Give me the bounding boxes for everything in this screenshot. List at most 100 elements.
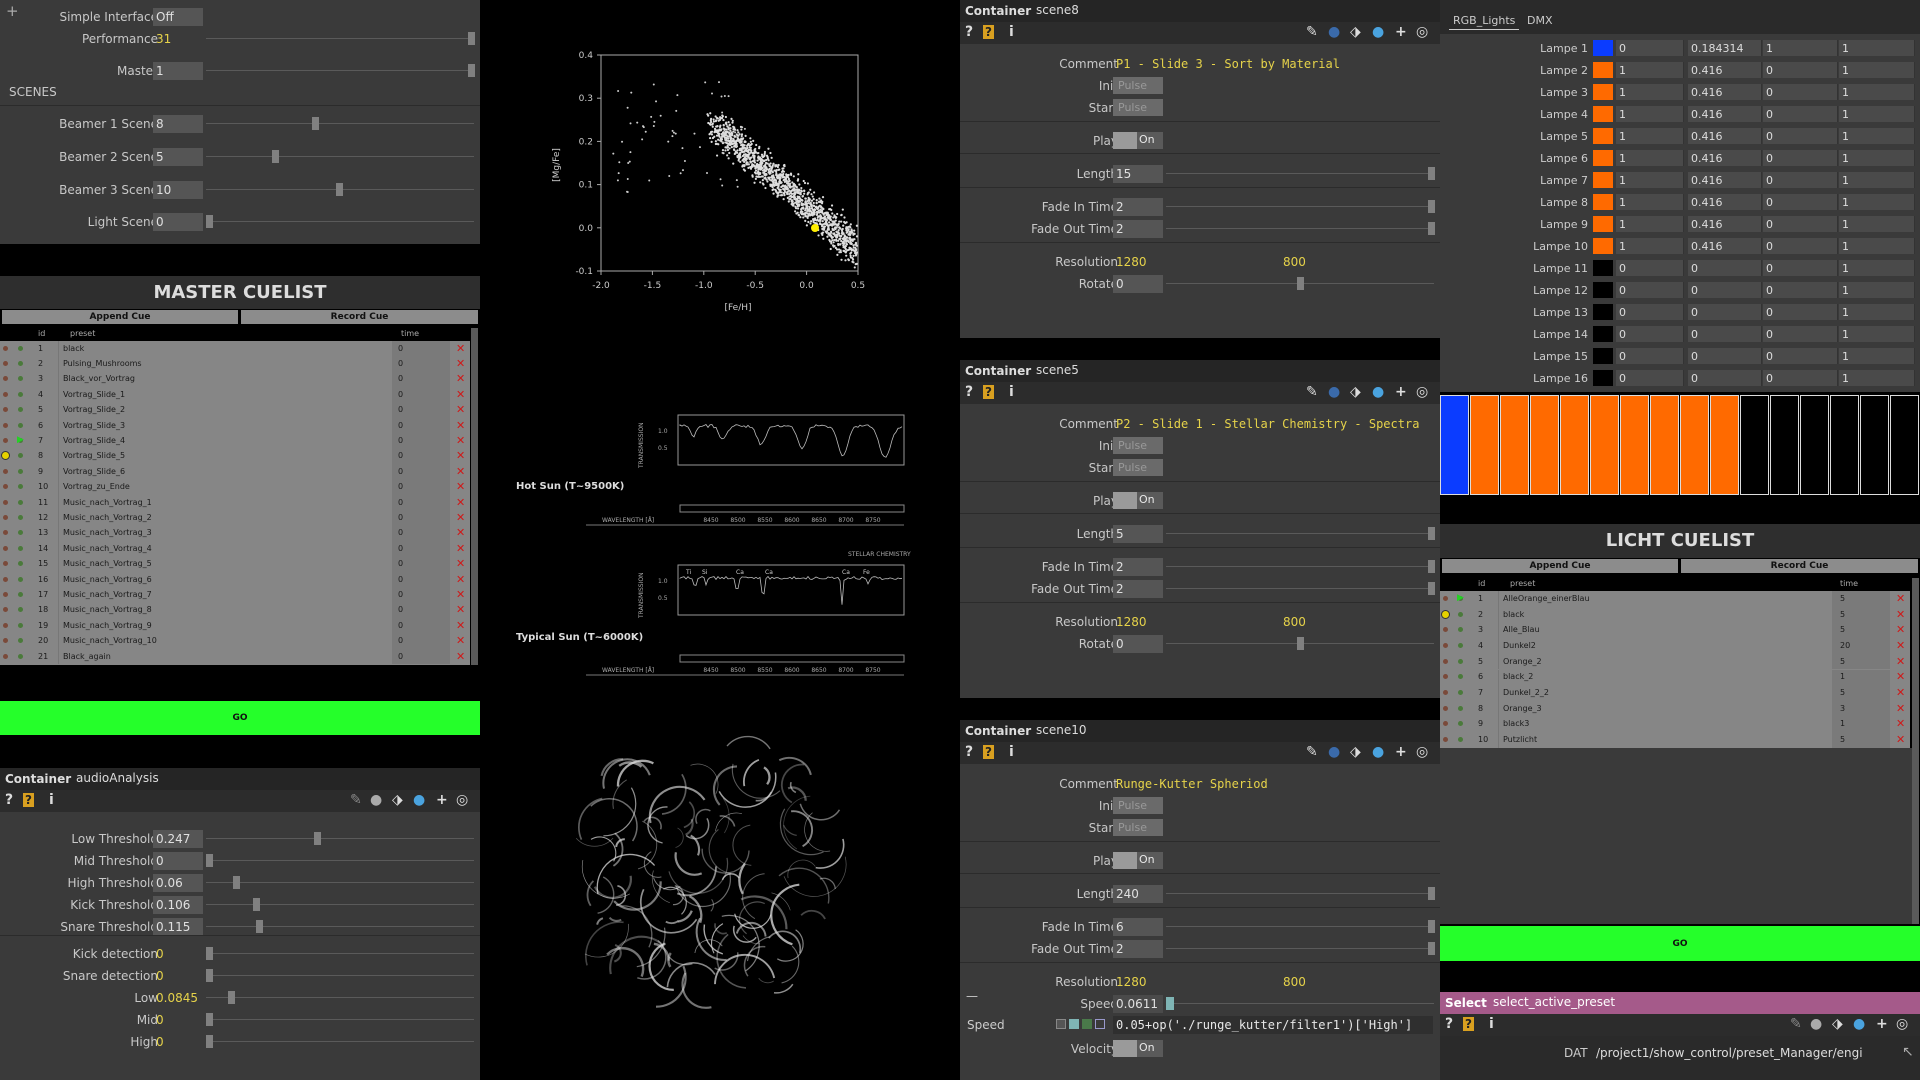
cue-remove-icon[interactable]: ✕: [456, 542, 465, 555]
kick-detection-slider[interactable]: [206, 947, 474, 960]
cue-remove-icon[interactable]: ✕: [456, 419, 465, 432]
cue-delete-dot-icon[interactable]: [3, 622, 8, 628]
lamp-value-cell[interactable]: 0.416: [1688, 216, 1762, 232]
cue-play-dot-icon[interactable]: [18, 484, 23, 490]
lamp-value-cell[interactable]: 0.416: [1688, 238, 1762, 254]
scene10-speed-field[interactable]: 0.0611: [1113, 995, 1163, 1013]
cue-row[interactable]: 9 black3 1 ✕: [1440, 716, 1910, 733]
cue-remove-icon[interactable]: ✕: [1896, 686, 1905, 699]
scene5-comment-value[interactable]: P2 - Slide 1 - Stellar Chemistry - Spect…: [1113, 415, 1433, 433]
beamer3-knob[interactable]: [336, 183, 343, 196]
cue-remove-icon[interactable]: ✕: [456, 434, 465, 447]
scene10-init-button[interactable]: Pulse: [1113, 797, 1163, 814]
snare-detection-slider[interactable]: [206, 969, 474, 982]
lamp-value-cell[interactable]: 1: [1616, 150, 1684, 166]
cue-play-dot-icon[interactable]: [18, 453, 23, 459]
cue-row[interactable]: 4 Dunkel2 20 ✕: [1440, 638, 1910, 654]
lamp-value-cell[interactable]: 0: [1763, 304, 1838, 320]
cue-row[interactable]: 20 Music_nach_Vortrag_10 0 ✕: [0, 633, 470, 649]
scene5-fadein-field[interactable]: 2: [1113, 558, 1163, 576]
lamp-value-cell[interactable]: 1: [1839, 260, 1915, 276]
cue-delete-dot-icon[interactable]: [3, 638, 8, 644]
cue-play-dot-icon[interactable]: [1458, 721, 1463, 727]
cue-row[interactable]: 3 Alle_Blau 5 ✕: [1440, 622, 1910, 639]
cue-play-dot-icon[interactable]: [1458, 611, 1463, 617]
lamp-value-cell[interactable]: 0: [1688, 370, 1762, 386]
scene8-comment-value[interactable]: P1 - Slide 3 - Sort by Material: [1113, 55, 1433, 73]
tab-dmx[interactable]: DMX: [1527, 14, 1553, 27]
cue-remove-icon[interactable]: ✕: [1896, 702, 1905, 715]
lamp-value-cell[interactable]: 0.416: [1688, 172, 1762, 188]
scene10-fadeout-slider[interactable]: [1166, 942, 1435, 955]
cue-delete-dot-icon[interactable]: [1443, 627, 1448, 633]
scene8-length-knob[interactable]: [1428, 167, 1435, 180]
lamp-value-cell[interactable]: 0.416: [1688, 194, 1762, 210]
cue-row[interactable]: 5 Orange_2 5 ✕: [1440, 653, 1910, 670]
cue-play-dot-icon[interactable]: [18, 545, 23, 551]
python-icon[interactable]: ●: [413, 792, 425, 808]
lamp-value-cell[interactable]: 0: [1763, 150, 1838, 166]
scene10-help-icon[interactable]: ?: [965, 744, 973, 760]
scene10-start-button[interactable]: Pulse: [1113, 819, 1163, 836]
cue-row[interactable]: 6 black_2 1 ✕: [1440, 669, 1910, 686]
cue-remove-icon[interactable]: ✕: [1896, 608, 1905, 621]
lamp-value-cell[interactable]: 0: [1763, 326, 1838, 342]
scene5-python-icon[interactable]: ●: [1372, 384, 1384, 400]
scene8-res-h[interactable]: 800: [1280, 253, 1330, 271]
cue-delete-dot-icon[interactable]: [1443, 674, 1448, 680]
low-slider[interactable]: [206, 991, 474, 1004]
cue-row[interactable]: 7 Vortrag_Slide_4 0 ✕ ▶: [0, 433, 470, 449]
cue-play-dot-icon[interactable]: [18, 515, 23, 521]
scene5-length-field[interactable]: 5: [1113, 525, 1163, 543]
lamp-value-cell[interactable]: 0: [1763, 370, 1838, 386]
lamp-value-cell[interactable]: 1: [1616, 216, 1684, 232]
select-comment-icon[interactable]: ●: [1810, 1016, 1822, 1032]
mid-knob[interactable]: [206, 1013, 213, 1026]
select-help-icon[interactable]: ?: [1445, 1016, 1453, 1032]
scene8-length-field[interactable]: 15: [1113, 165, 1163, 183]
scene10-speed-slider[interactable]: [1166, 997, 1434, 1010]
lamp-value-cell[interactable]: 1: [1839, 216, 1915, 232]
scene5-fadeout-knob[interactable]: [1428, 582, 1435, 595]
cue-play-dot-icon[interactable]: [1458, 658, 1463, 664]
cue-delete-dot-icon[interactable]: [3, 438, 8, 444]
scene10-python-help-icon[interactable]: ?: [983, 745, 994, 759]
performance-knob[interactable]: [468, 32, 475, 45]
beamer3-field[interactable]: 10: [153, 181, 203, 199]
scene8-python-help-icon[interactable]: ?: [983, 25, 994, 39]
lamp-value-cell[interactable]: 0: [1616, 370, 1684, 386]
scene8-fadein-knob[interactable]: [1428, 200, 1435, 213]
master-slider[interactable]: [206, 64, 475, 77]
cue-remove-icon[interactable]: ✕: [456, 342, 465, 355]
scene8-fadeout-slider[interactable]: [1166, 222, 1435, 235]
scene8-clone-icon[interactable]: ⬗: [1350, 24, 1361, 40]
cue-play-dot-icon[interactable]: [18, 622, 23, 628]
snare-detection-knob[interactable]: [206, 969, 213, 982]
cue-remove-icon[interactable]: ✕: [456, 573, 465, 586]
cue-delete-dot-icon[interactable]: [3, 530, 8, 536]
lamp-value-cell[interactable]: 0: [1763, 348, 1838, 364]
scene10-speed-knob[interactable]: [1166, 997, 1174, 1010]
cue-remove-icon[interactable]: ✕: [456, 480, 465, 493]
scene10-target-icon[interactable]: ◎: [1416, 744, 1428, 760]
lamp-value-cell[interactable]: 1: [1839, 348, 1915, 364]
cue-delete-dot-icon[interactable]: [3, 515, 8, 521]
scene5-length-knob[interactable]: [1428, 527, 1435, 540]
comment-icon[interactable]: ●: [370, 792, 382, 808]
low-threshold-knob[interactable]: [314, 832, 321, 845]
cue-delete-dot-icon[interactable]: [3, 407, 8, 413]
cue-play-dot-icon[interactable]: [1458, 642, 1463, 648]
cue-row[interactable]: 5 Vortrag_Slide_2 0 ✕: [0, 402, 470, 418]
cue-row[interactable]: 14 Music_nach_Vortrag_4 0 ✕: [0, 541, 470, 557]
scene8-fadein-field[interactable]: 2: [1113, 198, 1163, 216]
lamp-value-cell[interactable]: 1: [1839, 370, 1915, 386]
scene10-clone-icon[interactable]: ⬗: [1350, 744, 1361, 760]
kick-threshold-field[interactable]: 0.106: [153, 896, 203, 914]
scene5-info-icon[interactable]: i: [1009, 384, 1014, 400]
append-cue-button[interactable]: Append Cue: [2, 310, 238, 324]
licht-append-cue-button[interactable]: Append Cue: [1442, 559, 1678, 573]
cue-play-dot-icon[interactable]: [18, 468, 23, 474]
kick-threshold-knob[interactable]: [253, 898, 260, 911]
cue-delete-dot-icon[interactable]: [3, 499, 8, 505]
lamp-value-cell[interactable]: 0: [1763, 106, 1838, 122]
